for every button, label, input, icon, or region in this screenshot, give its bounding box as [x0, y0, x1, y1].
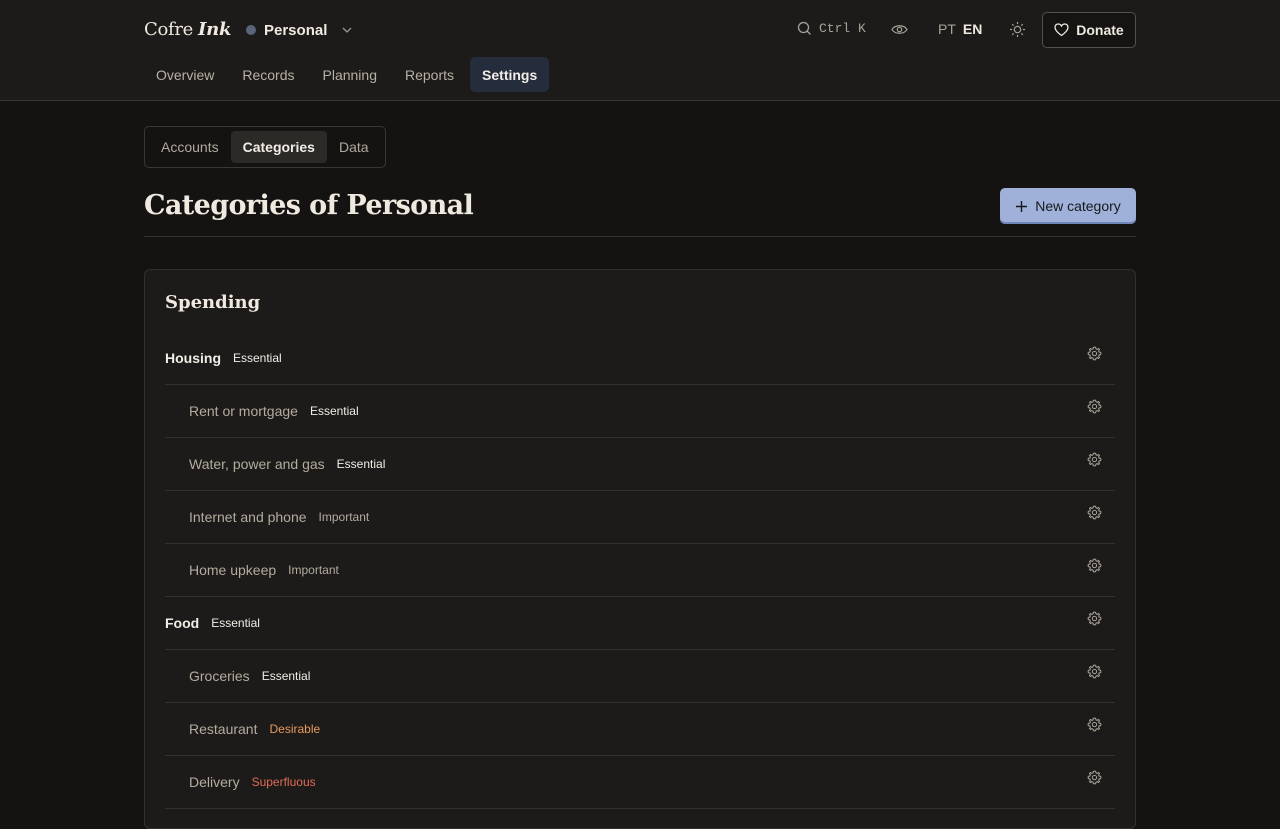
- donate-button[interactable]: Donate: [1042, 12, 1136, 48]
- subcategory-row: Delivery Superfluous: [165, 756, 1115, 809]
- gear-icon[interactable]: [1087, 664, 1102, 679]
- plus-icon: [1015, 200, 1028, 213]
- tab-records[interactable]: Records: [230, 57, 306, 92]
- new-category-button[interactable]: New category: [1000, 188, 1136, 224]
- gear-icon[interactable]: [1087, 505, 1102, 520]
- subcategory-row: Internet and phone Important: [165, 491, 1115, 544]
- search-icon: [797, 21, 812, 36]
- priority-badge: Desirable: [269, 722, 321, 736]
- donate-label: Donate: [1076, 22, 1124, 38]
- gear-icon[interactable]: [1087, 770, 1102, 785]
- priority-badge: Essential: [261, 669, 311, 683]
- priority-badge: Essential: [211, 616, 260, 630]
- category-name: Restaurant: [189, 721, 258, 737]
- gear-icon[interactable]: [1087, 452, 1102, 467]
- category-name: Internet and phone: [189, 509, 307, 525]
- category-name: Groceries: [189, 668, 250, 684]
- category-name: Delivery: [189, 774, 240, 790]
- subtab-data[interactable]: Data: [327, 131, 381, 163]
- settings-subtabs: Accounts Categories Data: [144, 126, 386, 168]
- category-list: Housing Essential Rent or mortgage Essentia…: [165, 332, 1115, 809]
- new-category-label: New category: [1035, 198, 1121, 214]
- subcategory-row: Water, power and gas Essential: [165, 438, 1115, 491]
- priority-badge: Essential: [336, 457, 386, 471]
- category-row: Housing Essential: [165, 332, 1115, 385]
- heart-icon: [1054, 23, 1069, 37]
- priority-badge: Essential: [233, 351, 282, 365]
- category-name: Housing: [165, 350, 221, 366]
- spending-card: Spending Housing Essential Rent or mortgag…: [144, 269, 1136, 829]
- title-divider: [144, 236, 1136, 237]
- book-switcher[interactable]: Personal: [246, 21, 353, 39]
- category-name: Rent or mortgage: [189, 403, 298, 419]
- gear-icon[interactable]: [1087, 399, 1102, 414]
- gear-icon[interactable]: [1087, 346, 1102, 361]
- subcategory-row: Restaurant Desirable: [165, 703, 1115, 756]
- main-nav: Overview Records Planning Reports Settin…: [144, 57, 553, 92]
- tab-settings[interactable]: Settings: [470, 57, 550, 92]
- search-button[interactable]: Ctrl K: [797, 21, 866, 36]
- tab-reports[interactable]: Reports: [393, 57, 466, 92]
- brand-accent: Ink: [198, 19, 232, 40]
- subtab-categories[interactable]: Categories: [230, 131, 327, 163]
- subcategory-row: Groceries Essential: [165, 650, 1115, 703]
- subcategory-row: Rent or mortgage Essential: [165, 385, 1115, 438]
- priority-badge: Superfluous: [251, 775, 316, 789]
- brand-main: Cofre: [144, 19, 194, 40]
- priority-badge: Important: [318, 510, 370, 524]
- eye-icon[interactable]: [891, 22, 908, 37]
- book-color-dot: [246, 25, 256, 35]
- category-row: Food Essential: [165, 597, 1115, 650]
- gear-icon[interactable]: [1087, 558, 1102, 573]
- section-title: Spending: [165, 292, 261, 313]
- gear-icon[interactable]: [1087, 611, 1102, 626]
- category-name: Home upkeep: [189, 562, 277, 578]
- page-title: Categories of Personal: [144, 190, 474, 221]
- tab-planning[interactable]: Planning: [311, 57, 390, 92]
- lang-en[interactable]: EN: [963, 21, 982, 37]
- chevron-down-icon: [341, 24, 353, 36]
- priority-badge: Essential: [309, 404, 359, 418]
- lang-pt[interactable]: PT: [938, 21, 956, 37]
- category-name: Food: [165, 615, 200, 631]
- language-switcher: PT EN: [938, 21, 982, 37]
- book-name: Personal: [264, 21, 328, 39]
- priority-badge: Important: [288, 563, 339, 577]
- top-header: Cofre Ink Personal Ctrl K PT EN Donate Ov…: [0, 0, 1280, 101]
- subcategory-row: Home upkeep Important: [165, 544, 1115, 597]
- app-logo[interactable]: Cofre Ink: [144, 19, 231, 40]
- category-name: Water, power and gas: [189, 456, 325, 472]
- tab-overview[interactable]: Overview: [144, 57, 226, 92]
- sun-icon[interactable]: [1009, 21, 1026, 38]
- search-shortcut: Ctrl K: [819, 21, 866, 36]
- gear-icon[interactable]: [1087, 717, 1102, 732]
- subtab-accounts[interactable]: Accounts: [149, 131, 231, 163]
